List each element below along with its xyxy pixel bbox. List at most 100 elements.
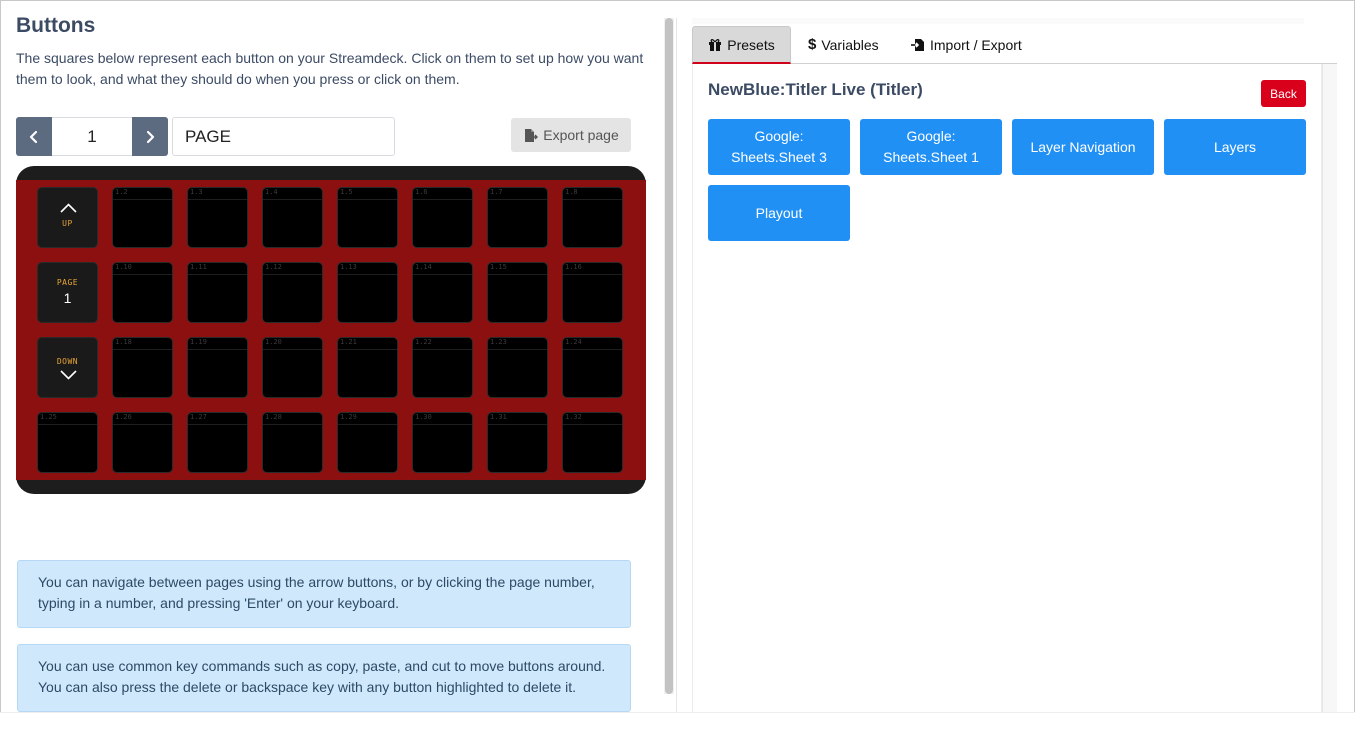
bottom-bar xyxy=(0,712,1355,730)
page-up-key[interactable]: UP xyxy=(37,187,98,248)
streamdeck-key[interactable]: 1.21 xyxy=(337,337,398,398)
key-id-label: 1.2 xyxy=(115,188,128,196)
key-id-label: 1.23 xyxy=(490,338,507,346)
streamdeck-key[interactable]: 1.27 xyxy=(187,412,248,473)
key-divider xyxy=(188,199,247,200)
preset-list: Google: Sheets.Sheet 3 Google: Sheets.Sh… xyxy=(708,119,1306,241)
key-divider xyxy=(338,199,397,200)
key-divider xyxy=(413,199,472,200)
streamdeck-key[interactable]: 1.14 xyxy=(412,262,473,323)
chevron-up-icon xyxy=(60,203,77,213)
streamdeck-key[interactable]: 1.32 xyxy=(562,412,623,473)
streamdeck-key[interactable]: 1.20 xyxy=(262,337,323,398)
tab-variables[interactable]: $ Variables xyxy=(798,26,889,63)
key-divider xyxy=(488,199,547,200)
key-divider xyxy=(263,424,322,425)
preset-layer-navigation[interactable]: Layer Navigation xyxy=(1012,119,1154,175)
connection-title: NewBlue:Titler Live (Titler) xyxy=(708,80,923,99)
streamdeck-key[interactable]: 1.5 xyxy=(337,187,398,248)
page-indicator-key[interactable]: PAGE 1 xyxy=(37,262,98,323)
streamdeck-key[interactable]: 1.7 xyxy=(487,187,548,248)
streamdeck-key[interactable]: 1.10 xyxy=(112,262,173,323)
left-scrollbar[interactable] xyxy=(664,18,674,694)
page-title: Buttons xyxy=(16,14,96,37)
key-id-label: 1.11 xyxy=(190,263,207,271)
export-page-button[interactable]: Export page xyxy=(511,118,631,152)
streamdeck-key[interactable]: 1.6 xyxy=(412,187,473,248)
key-divider xyxy=(563,349,622,350)
key-divider xyxy=(113,424,172,425)
streamdeck-key[interactable]: 1.28 xyxy=(262,412,323,473)
key-id-label: 1.3 xyxy=(190,188,203,196)
streamdeck-key[interactable]: 1.18 xyxy=(112,337,173,398)
page-down-key[interactable]: DOWN xyxy=(37,337,98,398)
streamdeck-key[interactable]: 1.25 xyxy=(37,412,98,473)
preset-google-sheets-sheet-1[interactable]: Google: Sheets.Sheet 1 xyxy=(860,119,1002,175)
key-id-label: 1.12 xyxy=(265,263,282,271)
key-divider xyxy=(113,274,172,275)
key-divider xyxy=(188,274,247,275)
key-divider xyxy=(38,424,97,425)
key-id-label: 1.22 xyxy=(415,338,432,346)
streamdeck-key[interactable]: 1.2 xyxy=(112,187,173,248)
streamdeck-key[interactable]: 1.8 xyxy=(562,187,623,248)
key-id-label: 1.31 xyxy=(490,413,507,421)
page-name-input[interactable]: PAGE xyxy=(172,117,395,156)
tab-import-export-label: Import / Export xyxy=(930,36,1022,53)
preset-layers[interactable]: Layers xyxy=(1164,119,1306,175)
tab-presets-label: Presets xyxy=(727,36,775,53)
right-scrollbar[interactable] xyxy=(1322,64,1337,712)
key-id-label: 1.19 xyxy=(190,338,207,346)
file-import-icon xyxy=(911,38,924,51)
key-id-label: 1.24 xyxy=(565,338,582,346)
key-id-label: 1.15 xyxy=(490,263,507,271)
streamdeck-key[interactable]: 1.15 xyxy=(487,262,548,323)
streamdeck-key[interactable]: 1.11 xyxy=(187,262,248,323)
key-divider xyxy=(263,199,322,200)
key-id-label: 1.14 xyxy=(415,263,432,271)
key-id-label: 1.13 xyxy=(340,263,357,271)
key-divider xyxy=(263,349,322,350)
streamdeck-key[interactable]: 1.24 xyxy=(562,337,623,398)
right-panel-top xyxy=(692,18,1304,24)
streamdeck-key[interactable]: 1.13 xyxy=(337,262,398,323)
tab-import-export[interactable]: Import / Export xyxy=(900,26,1032,63)
key-divider xyxy=(488,274,547,275)
page-number-input[interactable]: 1 xyxy=(52,117,132,156)
panel-divider xyxy=(676,18,677,712)
streamdeck-key[interactable]: 1.30 xyxy=(412,412,473,473)
key-divider xyxy=(113,199,172,200)
streamdeck-key[interactable]: 1.26 xyxy=(112,412,173,473)
previous-page-button[interactable] xyxy=(16,117,52,156)
key-divider xyxy=(413,349,472,350)
key-id-label: 1.29 xyxy=(340,413,357,421)
key-divider xyxy=(563,424,622,425)
key-divider xyxy=(113,349,172,350)
key-divider xyxy=(338,424,397,425)
streamdeck-key[interactable]: 1.19 xyxy=(187,337,248,398)
back-button[interactable]: Back xyxy=(1261,80,1306,107)
left-scrollbar-thumb[interactable] xyxy=(665,18,673,694)
streamdeck-key[interactable]: 1.12 xyxy=(262,262,323,323)
preset-google-sheets-sheet-3[interactable]: Google: Sheets.Sheet 3 xyxy=(708,119,850,175)
streamdeck-key[interactable]: 1.4 xyxy=(262,187,323,248)
streamdeck-key[interactable]: 1.3 xyxy=(187,187,248,248)
streamdeck-key[interactable]: 1.22 xyxy=(412,337,473,398)
preset-playout[interactable]: Playout xyxy=(708,185,850,241)
streamdeck-key[interactable]: 1.29 xyxy=(337,412,398,473)
streamdeck-key[interactable]: 1.23 xyxy=(487,337,548,398)
key-id-label: 1.30 xyxy=(415,413,432,421)
chevron-right-icon xyxy=(146,130,155,143)
next-page-button[interactable] xyxy=(132,117,168,156)
button-grid: UP 1.2 1.3 1.4 1.5 1.6 1.7 1.8 PAGE 1 1.10 1.11 1.12… xyxy=(37,187,623,473)
key-divider xyxy=(188,424,247,425)
key-commands-hint: You can use common key commands such as … xyxy=(17,644,631,712)
streamdeck-key[interactable]: 1.16 xyxy=(562,262,623,323)
page-navigator: 1 PAGE Export page xyxy=(16,117,648,157)
tab-presets[interactable]: Presets xyxy=(692,26,791,64)
streamdeck-key[interactable]: 1.31 xyxy=(487,412,548,473)
streamdeck-panel: UP 1.2 1.3 1.4 1.5 1.6 1.7 1.8 PAGE 1 1.10 1.11 1.12… xyxy=(16,166,646,494)
key-id-label: 1.18 xyxy=(115,338,132,346)
key-divider xyxy=(413,274,472,275)
page-down-label: DOWN xyxy=(56,357,79,366)
